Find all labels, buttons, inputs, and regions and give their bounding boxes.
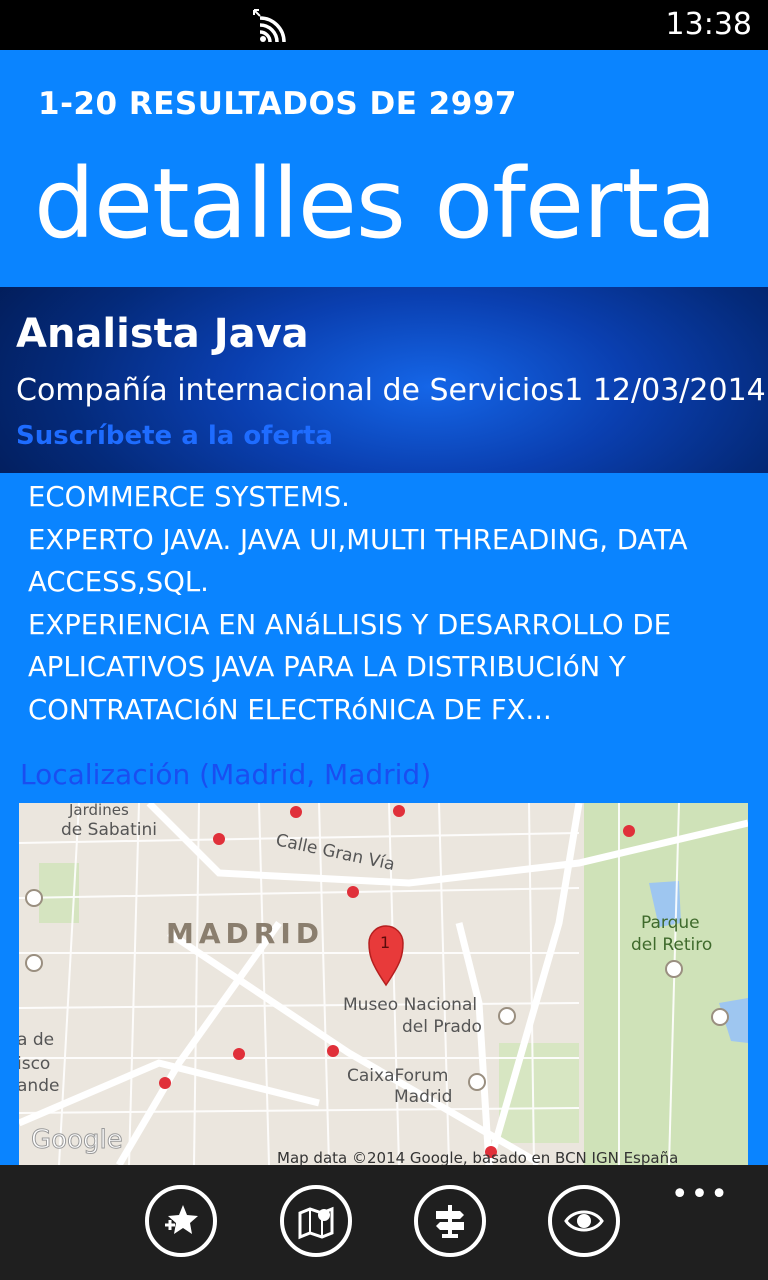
- clock: 13:38: [665, 7, 752, 42]
- map-pin-label: 1: [380, 933, 390, 952]
- subscribe-link[interactable]: Suscríbete a la oferta: [16, 421, 333, 451]
- description-line: APLICATIVOS JAVA PARA LA DISTRIBUCIóN Y: [28, 651, 626, 683]
- job-description: ECOMMERCE SYSTEMS. EXPERTO JAVA. JAVA UI…: [28, 476, 728, 731]
- location-map[interactable]: Jardines de Sabatini Calle Gran Vía MADR…: [19, 803, 748, 1165]
- results-count: 1-20 RESULTADOS DE 2997: [38, 86, 517, 122]
- description-line: CONTRATACIóN ELECTRóNICA DE FX...: [28, 693, 552, 726]
- description-line: ACCESS,SQL.: [28, 566, 209, 598]
- page-header: 1-20 RESULTADOS DE 2997 detalles oferta: [0, 50, 768, 286]
- map-icon: [298, 1206, 334, 1240]
- status-bar: 13:38: [0, 0, 768, 50]
- map-label-sabatini: de Sabatini: [61, 820, 157, 840]
- map-label-caixa-2: Madrid: [394, 1087, 452, 1107]
- wifi-signal-icon: [253, 9, 286, 43]
- map-label-caixa-1: CaixaForum: [347, 1066, 448, 1086]
- more-options-button[interactable]: •••: [671, 1177, 730, 1212]
- map-label-museo-2: del Prado: [402, 1017, 482, 1037]
- map-attribution: Map data ©2014 Google, basado en BCN IGN…: [277, 1149, 678, 1165]
- map-label-jardines: Jardines: [68, 803, 129, 819]
- map-pin-icon: 1: [368, 925, 404, 987]
- description-line: EXPERIENCIA EN ANáLLISIS Y DESARROLLO DE: [28, 608, 671, 641]
- google-logo: Google: [31, 1125, 123, 1155]
- map-label-parque-1: Parque: [641, 913, 700, 933]
- add-favorite-button[interactable]: [145, 1185, 217, 1257]
- job-summary: Analista Java Compañía internacional de …: [0, 287, 768, 473]
- eye-icon: [564, 1210, 604, 1232]
- directions-button[interactable]: [414, 1185, 486, 1257]
- description-line: ECOMMERCE SYSTEMS.: [28, 481, 350, 513]
- map-label-left-2: isco: [19, 1054, 50, 1074]
- location-link[interactable]: Localización (Madrid, Madrid): [20, 758, 431, 791]
- map-canvas: Jardines de Sabatini Calle Gran Vía MADR…: [19, 803, 748, 1165]
- map-label-museo-1: Museo Nacional: [343, 995, 477, 1015]
- view-button[interactable]: [548, 1185, 620, 1257]
- map-label-left-1: a de: [19, 1030, 54, 1050]
- job-title: Analista Java: [16, 311, 309, 357]
- app-bar: •••: [0, 1165, 768, 1280]
- description-line: EXPERTO JAVA. JAVA UI,MULTI THREADING, D…: [28, 523, 688, 556]
- directions-icon: [436, 1205, 464, 1238]
- map-label-left-3: ande: [19, 1076, 59, 1096]
- job-company-date: Compañía internacional de Servicios1 12/…: [16, 373, 766, 408]
- page-title: detalles oferta: [34, 148, 717, 260]
- map-button[interactable]: [280, 1185, 352, 1257]
- map-label-madrid: MADRID: [166, 917, 324, 950]
- add-favorite-icon: [165, 1205, 198, 1234]
- map-label-parque-2: del Retiro: [631, 935, 712, 955]
